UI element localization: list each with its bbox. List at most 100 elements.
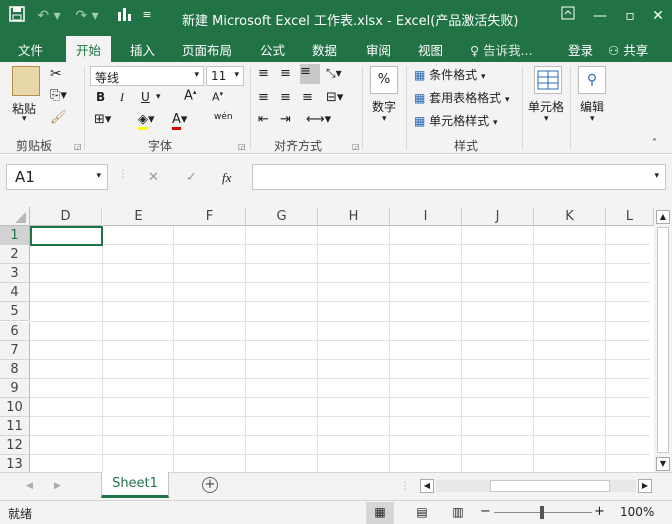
wrap-text-icon[interactable]: ⊟▾ bbox=[326, 90, 343, 105]
merge-center-icon[interactable]: ⟷▾ bbox=[306, 112, 331, 127]
page-layout-view-icon[interactable]: ▤ bbox=[410, 502, 434, 524]
copy-icon[interactable]: ⎘▾ bbox=[50, 88, 67, 103]
cells-icon[interactable] bbox=[534, 66, 562, 94]
page-break-view-icon[interactable]: ▥ bbox=[446, 502, 470, 524]
add-sheet-icon[interactable]: + bbox=[202, 477, 218, 493]
active-cell[interactable] bbox=[30, 226, 103, 246]
cells-dropdown-icon[interactable]: ▾ bbox=[544, 114, 549, 124]
cells-button[interactable]: 单元格 bbox=[528, 98, 564, 115]
align-top-icon[interactable]: ≡ bbox=[258, 66, 269, 81]
minimize-icon[interactable]: — bbox=[590, 6, 610, 26]
search-icon[interactable]: ⚲ bbox=[578, 66, 606, 94]
alignment-launcher-icon[interactable]: ◲ bbox=[352, 142, 360, 151]
formula-input[interactable]: ▾ bbox=[252, 164, 666, 190]
login-link[interactable]: 登录 bbox=[568, 40, 593, 59]
prev-sheet-icon[interactable]: ◀ bbox=[26, 481, 33, 491]
vertical-scroll-thumb[interactable] bbox=[657, 227, 669, 453]
row-header[interactable]: 8 bbox=[0, 359, 30, 379]
row-header[interactable]: 5 bbox=[0, 302, 30, 322]
drag-handle-icon[interactable]: ⋮ bbox=[118, 169, 128, 180]
select-all-corner[interactable] bbox=[0, 207, 30, 226]
worksheet-grid[interactable]: DEFGHIJKL 1 2 3 4 5 6 7 8 9 10 11 12 13 bbox=[0, 207, 654, 475]
column-header[interactable]: L bbox=[606, 207, 654, 226]
enter-icon[interactable]: ✓ bbox=[186, 170, 197, 185]
orientation-icon[interactable]: ⤡▾ bbox=[326, 66, 342, 81]
cancel-icon[interactable]: ✕ bbox=[148, 170, 159, 185]
name-box[interactable]: A1 ▾ bbox=[6, 164, 108, 190]
row-header[interactable]: 11 bbox=[0, 417, 30, 437]
column-header[interactable]: D bbox=[30, 207, 102, 226]
increase-indent-icon[interactable]: ⇥ bbox=[280, 112, 291, 127]
maximize-icon[interactable]: ▫ bbox=[620, 6, 640, 26]
undo-icon[interactable]: ↶ ▾ bbox=[34, 6, 64, 26]
tab-data[interactable]: 数据 bbox=[312, 40, 337, 59]
row-header[interactable]: 10 bbox=[0, 397, 30, 417]
row-header[interactable]: 6 bbox=[0, 321, 30, 341]
ribbon-display-icon[interactable] bbox=[558, 6, 578, 26]
column-header[interactable]: E bbox=[103, 207, 175, 226]
number-dropdown-icon[interactable]: ▾ bbox=[382, 114, 387, 124]
row-header[interactable]: 4 bbox=[0, 283, 30, 303]
row-header[interactable]: 1 bbox=[0, 226, 30, 246]
customize-icon[interactable]: ≡ bbox=[140, 5, 154, 25]
normal-view-icon[interactable]: ▦ bbox=[366, 502, 394, 524]
decrease-indent-icon[interactable]: ⇤ bbox=[258, 112, 269, 127]
vertical-scrollbar[interactable]: ▲ ▼ bbox=[654, 207, 672, 472]
scroll-left-icon[interactable]: ◀ bbox=[420, 479, 434, 493]
underline-button[interactable]: U bbox=[141, 90, 150, 104]
bold-button[interactable]: B bbox=[96, 90, 105, 104]
editing-button[interactable]: 编辑 bbox=[580, 98, 604, 115]
border-icon[interactable]: ⊞▾ bbox=[94, 112, 111, 127]
row-header[interactable]: 9 bbox=[0, 378, 30, 398]
zoom-out-icon[interactable]: − bbox=[480, 504, 491, 519]
column-header[interactable]: K bbox=[534, 207, 606, 226]
phonetic-icon[interactable]: wén bbox=[214, 112, 233, 122]
scroll-right-icon[interactable]: ▶ bbox=[638, 479, 652, 493]
column-header[interactable]: J bbox=[462, 207, 534, 226]
row-header[interactable]: 7 bbox=[0, 340, 30, 360]
horizontal-scroll-thumb[interactable] bbox=[490, 480, 610, 492]
expand-formula-icon[interactable]: ▾ bbox=[654, 171, 659, 181]
zoom-in-icon[interactable]: + bbox=[594, 504, 605, 519]
table-format-button[interactable]: ▦ 套用表格格式 ▾ bbox=[414, 89, 510, 106]
paste-icon[interactable] bbox=[12, 66, 40, 96]
tab-insert[interactable]: 插入 bbox=[130, 40, 155, 59]
editing-dropdown-icon[interactable]: ▾ bbox=[590, 114, 595, 124]
tab-review[interactable]: 审阅 bbox=[366, 40, 391, 59]
collapse-ribbon-icon[interactable]: ˄ bbox=[652, 138, 657, 149]
row-header[interactable]: 3 bbox=[0, 264, 30, 284]
sheet-tab-sheet1[interactable]: Sheet1 bbox=[101, 472, 169, 498]
column-header[interactable]: I bbox=[390, 207, 462, 226]
row-header[interactable]: 12 bbox=[0, 436, 30, 456]
font-name-select[interactable]: 等线 ▾ bbox=[90, 66, 204, 86]
insert-function-icon[interactable]: fx bbox=[222, 170, 231, 186]
column-header[interactable]: H bbox=[318, 207, 390, 226]
share-button[interactable]: ⚇ 共享 bbox=[608, 40, 648, 59]
zoom-level[interactable]: 100% bbox=[620, 505, 654, 519]
number-format-button[interactable]: 数字 bbox=[372, 98, 396, 115]
percent-icon[interactable]: % bbox=[370, 66, 398, 94]
row-header[interactable]: 2 bbox=[0, 245, 30, 265]
font-size-select[interactable]: 11 ▾ bbox=[206, 66, 244, 86]
align-center-icon[interactable]: ≡ bbox=[280, 90, 291, 105]
next-sheet-icon[interactable]: ▶ bbox=[54, 481, 61, 491]
tab-file[interactable]: 文件 bbox=[18, 40, 43, 59]
align-bottom-icon[interactable]: ≡ bbox=[300, 64, 320, 84]
align-middle-icon[interactable]: ≡ bbox=[280, 66, 291, 81]
cell-style-button[interactable]: ▦ 单元格样式 ▾ bbox=[414, 112, 498, 129]
tab-home[interactable]: 开始 bbox=[66, 36, 112, 62]
conditional-format-button[interactable]: ▦ 条件格式 ▾ bbox=[414, 66, 486, 83]
align-right-icon[interactable]: ≡ bbox=[302, 90, 313, 105]
horizontal-scroll-track[interactable] bbox=[436, 480, 636, 492]
font-launcher-icon[interactable]: ◲ bbox=[238, 142, 246, 151]
paste-dropdown-icon[interactable]: ▾ bbox=[22, 114, 27, 124]
column-header[interactable]: G bbox=[246, 207, 318, 226]
zoom-slider-thumb[interactable] bbox=[540, 506, 544, 519]
format-painter-icon[interactable]: 🖌 bbox=[50, 110, 67, 125]
font-grow-icon[interactable]: A▴ bbox=[184, 88, 196, 103]
underline-dropdown-icon[interactable]: ▾ bbox=[156, 92, 161, 102]
tab-page-layout[interactable]: 页面布局 bbox=[182, 40, 232, 59]
split-handle-icon[interactable]: ⋮ bbox=[400, 481, 410, 492]
font-color-icon[interactable]: A▾ bbox=[172, 112, 187, 130]
cut-icon[interactable]: ✂ bbox=[50, 66, 62, 82]
